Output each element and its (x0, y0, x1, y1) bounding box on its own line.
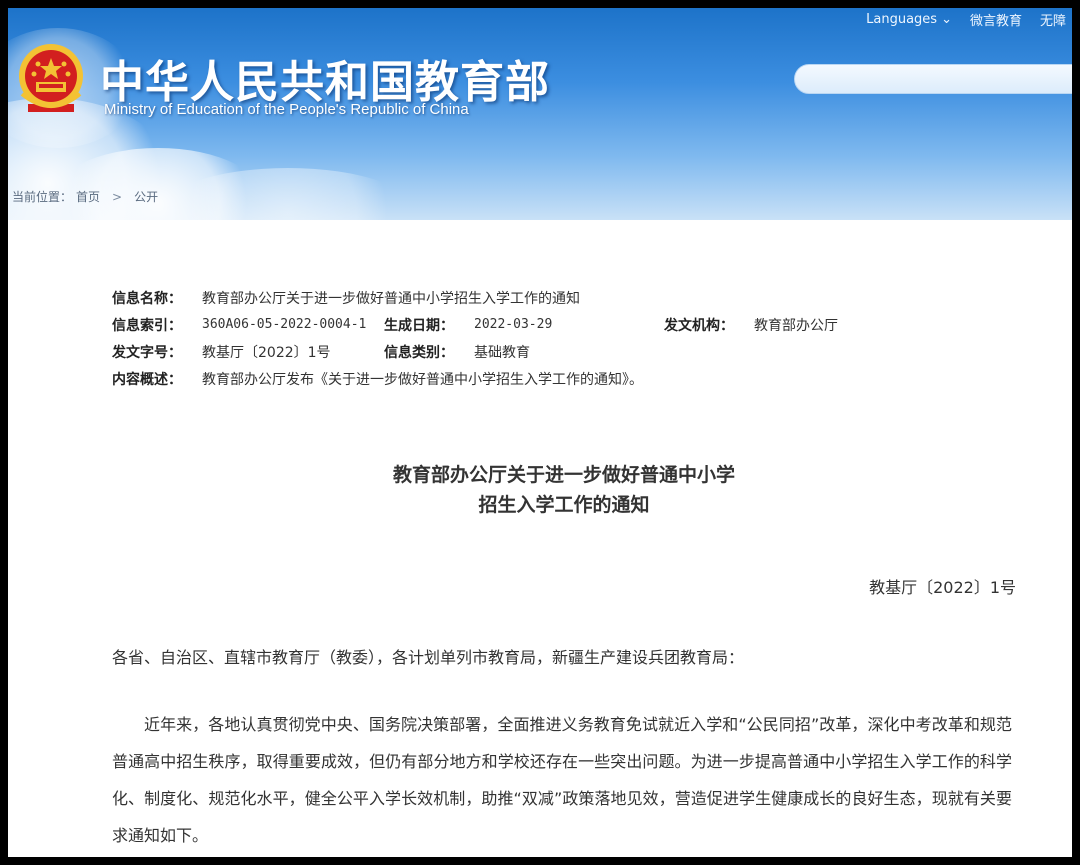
meta-date-label: 生成日期： (384, 317, 454, 334)
meta-docno-label: 发文字号： (112, 344, 182, 361)
breadcrumb-current-link[interactable]: 公开 (134, 188, 158, 205)
browser-page: Languages ⌄ 微言教育 无障 中华人民共和国教育部 Ministry (8, 8, 1072, 857)
meta-date-value: 2022-03-29 (474, 317, 553, 332)
languages-menu[interactable]: Languages ⌄ (866, 12, 952, 27)
meta-org-label: 发文机构： (664, 317, 734, 334)
meta-summary-label: 内容概述： (112, 371, 182, 388)
document-title-line-1: 教育部办公厅关于进一步做好普通中小学 (392, 464, 735, 486)
weibo-link[interactable]: 微言教育 (970, 10, 1022, 29)
meta-name-value: 教育部办公厅关于进一步做好普通中小学招生入学工作的通知 (202, 290, 580, 307)
document-number: 教基厅〔2022〕1号 (869, 578, 1016, 597)
search-input[interactable] (794, 64, 1072, 94)
accessibility-label: 无障 (1039, 13, 1066, 29)
info-metadata: 信息名称： 教育部办公厅关于进一步做好普通中小学招生入学工作的通知 信息索引： … (112, 284, 838, 392)
weibo-label: 微言教育 (969, 13, 1022, 29)
meta-docno-value: 教基厅〔2022〕1号 (202, 344, 331, 361)
site-subtitle: Ministry of Education of the People's Re… (104, 101, 469, 118)
languages-label: Languages (866, 11, 938, 27)
meta-index-value: 360A06-05-2022-0004-1 (202, 317, 367, 332)
breadcrumb-prefix: 当前位置： (12, 190, 73, 204)
main-content: 信息名称： 教育部办公厅关于进一步做好普通中小学招生入学工作的通知 信息索引： … (8, 220, 1072, 857)
breadcrumb: 当前位置： 首页 > 公开 (12, 188, 158, 205)
meta-summary-value: 教育部办公厅发布《关于进一步做好普通中小学招生入学工作的通知》。 (202, 371, 643, 388)
breadcrumb-home-link[interactable]: 首页 (76, 188, 100, 205)
document-paragraph: 近年来，各地认真贯彻党中央、国务院决策部署，全面推进义务教育免试就近入学和“公民… (112, 715, 1012, 845)
top-nav: Languages ⌄ 微言教育 无障 (866, 8, 1072, 30)
chevron-down-icon: ⌄ (941, 11, 952, 27)
accessibility-link[interactable]: 无障 (1040, 10, 1066, 29)
meta-category-label: 信息类别： (384, 344, 454, 361)
document-salutation: 各省、自治区、直辖市教育厅（教委），各计划单列市教育局，新疆生产建设兵团教育局： (112, 648, 745, 667)
meta-org-value: 教育部办公厅 (754, 317, 838, 334)
document-title-line-2: 招生入学工作的通知 (478, 494, 650, 516)
site-header: Languages ⌄ 微言教育 无障 中华人民共和国教育部 Ministry (8, 8, 1072, 220)
meta-name-label: 信息名称： (112, 290, 182, 307)
meta-category-value: 基础教育 (474, 344, 530, 361)
chevron-right-icon: > (112, 189, 123, 204)
national-emblem-icon (19, 44, 83, 112)
meta-index-label: 信息索引： (112, 317, 182, 334)
